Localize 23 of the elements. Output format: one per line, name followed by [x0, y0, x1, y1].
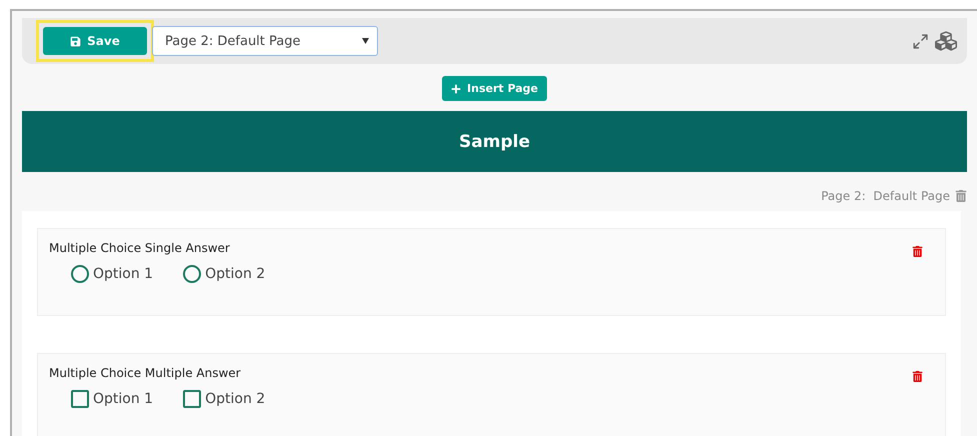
- banner-title: Sample: [22, 111, 967, 172]
- option-label: Option 1: [93, 391, 154, 407]
- save-icon: [70, 36, 82, 46]
- caret-icon: [362, 38, 369, 44]
- option-label: Option 1: [93, 266, 154, 282]
- checkbox[interactable]: [183, 390, 202, 408]
- page-label: Page 2: Default Page: [821, 189, 950, 203]
- trash-icon[interactable]: [912, 371, 923, 382]
- insert-page-button[interactable]: Insert Page: [442, 76, 547, 101]
- question-title: Multiple Choice Multiple Answer: [49, 366, 241, 380]
- expand-icon[interactable]: [912, 32, 929, 50]
- trash-icon[interactable]: [912, 246, 923, 257]
- trash-icon[interactable]: [955, 190, 967, 202]
- page-select[interactable]: Page 2: Default Page: [152, 26, 378, 56]
- radio-button[interactable]: [71, 265, 89, 283]
- question-title: Multiple Choice Single Answer: [49, 241, 230, 255]
- cubes-icon[interactable]: [935, 30, 957, 52]
- option-label: Option 2: [205, 266, 266, 282]
- checkbox[interactable]: [71, 390, 89, 408]
- radio-button[interactable]: [183, 265, 202, 283]
- plus-icon: [451, 84, 462, 94]
- option-label: Option 2: [205, 391, 266, 407]
- save-button[interactable]: Save: [43, 27, 147, 55]
